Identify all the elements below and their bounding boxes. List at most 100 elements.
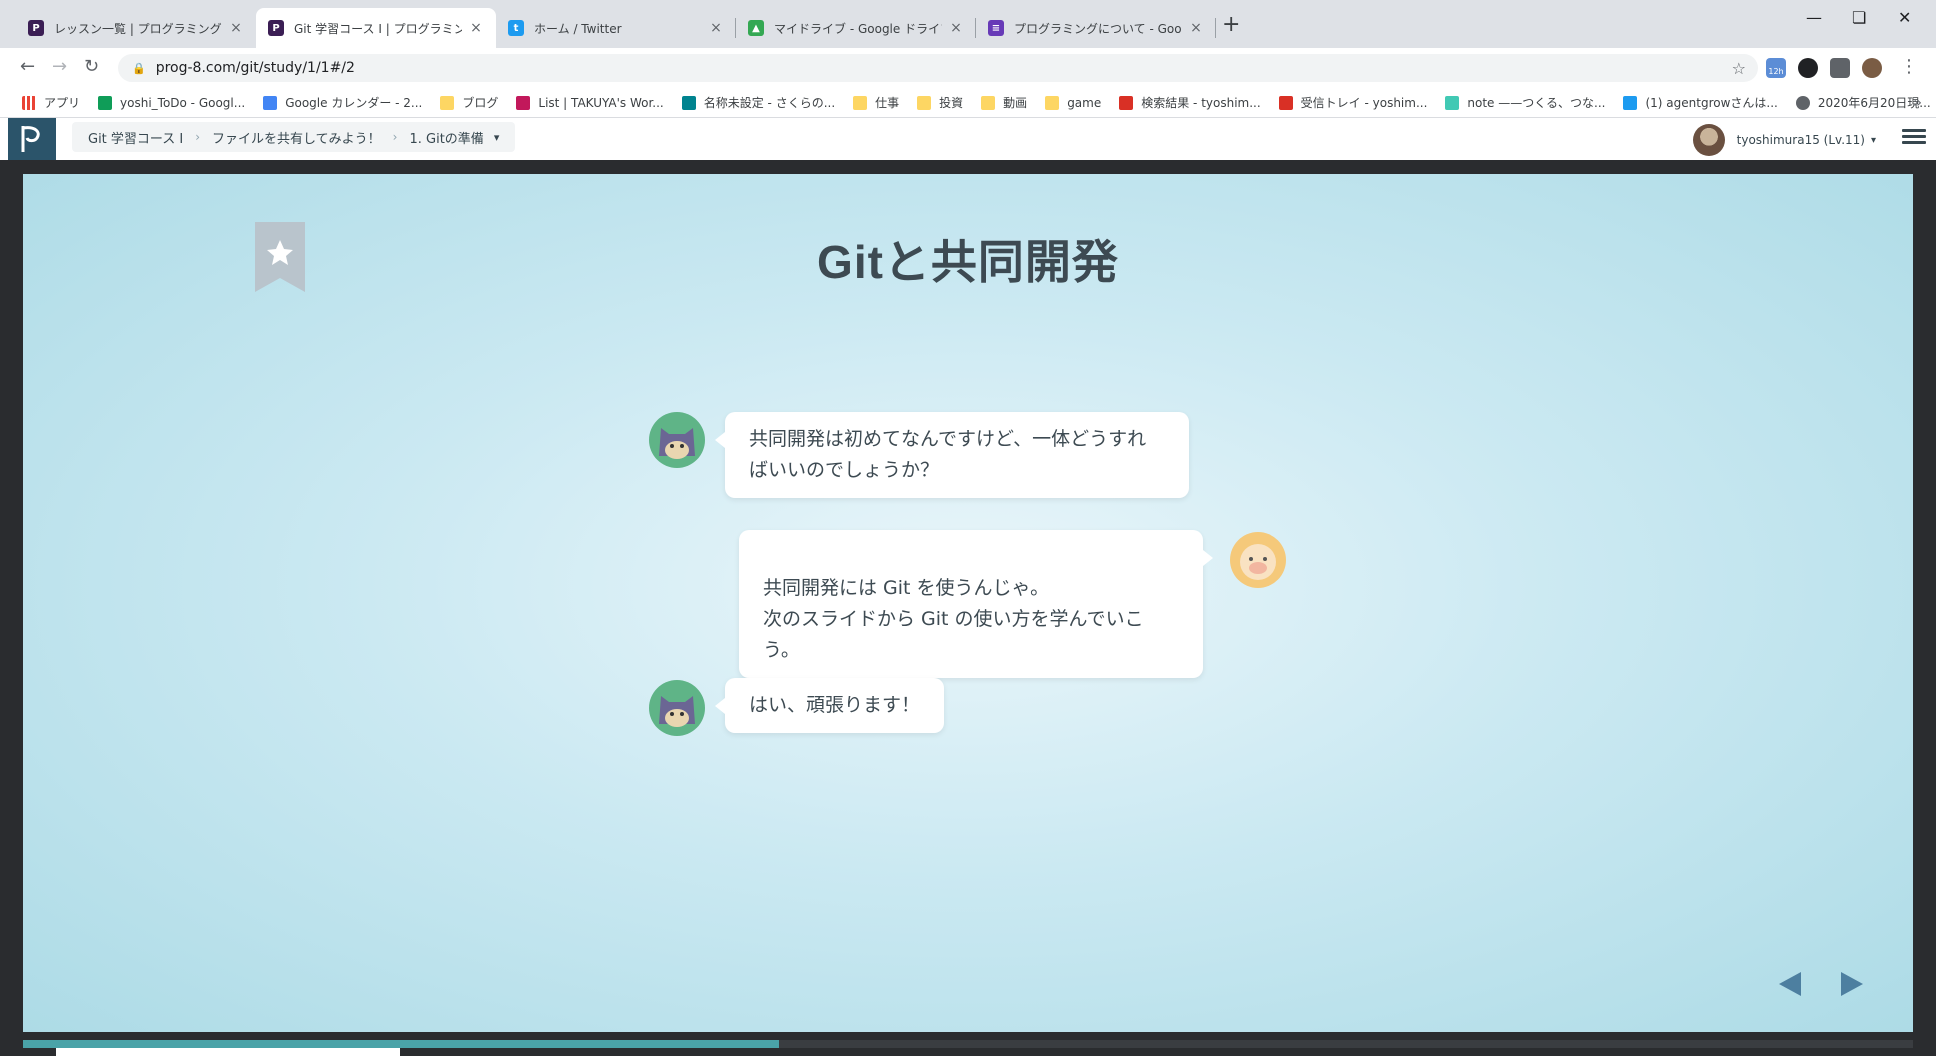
bookmark-folder[interactable]: ブログ	[440, 94, 498, 111]
google-drive-favicon-icon: ▲	[748, 20, 764, 36]
extension-chat-icon[interactable]	[1798, 58, 1818, 78]
folder-icon	[440, 95, 455, 110]
site-favicon-icon	[516, 95, 531, 110]
star-icon[interactable]: ☆	[1732, 59, 1746, 78]
folder-icon	[981, 95, 996, 110]
tab-title: Git 学習コース I | プログラミングの入門	[294, 21, 462, 36]
bookmark-folder[interactable]: 動画	[981, 94, 1027, 111]
extension-badge: 12h	[1768, 67, 1784, 76]
slide-progress-fill	[23, 1040, 779, 1048]
chat-bubble-student: 共同開発は初めてなんですけど、一体どうすればいいのでしょうか？	[715, 412, 1189, 498]
browser-tab-0[interactable]: P レッスン一覧 | プログラミングの入門な ×	[16, 8, 256, 48]
bookmark-item[interactable]: 2020年6月20日現...	[1795, 94, 1931, 111]
sheep-sensei-avatar	[1230, 532, 1286, 588]
close-tab-icon[interactable]: ×	[1188, 20, 1204, 36]
user-menu[interactable]: tyoshimura15 (Lv.11) ▾	[1692, 124, 1876, 156]
arrow-left-icon[interactable]: ←	[20, 56, 35, 77]
tab-title: ホーム / Twitter	[534, 21, 622, 36]
address-bar[interactable]: 🔒 prog-8.com/git/study/1/1#/2 ☆	[118, 54, 1758, 82]
breadcrumb-lesson[interactable]: ファイルを共有してみよう！	[212, 128, 381, 147]
bookmarks-bar: アプリ yoshi_ToDo - Googl... Google カレンダー -…	[0, 88, 1936, 118]
arrow-right-icon[interactable]: →	[52, 56, 67, 77]
browser-toolbar: ← → ↻ 🔒 prog-8.com/git/study/1/1#/2 ☆ 12…	[0, 48, 1936, 88]
breadcrumb-course[interactable]: Git 学習コース I	[88, 128, 183, 147]
bookmark-label: game	[1067, 95, 1102, 110]
bookmark-folder[interactable]: 投資	[917, 94, 963, 111]
bookmark-item[interactable]: yoshi_ToDo - Googl...	[98, 95, 245, 110]
next-slide-button[interactable]	[1841, 972, 1863, 996]
close-tab-icon[interactable]: ×	[228, 20, 244, 36]
reload-icon[interactable]: ↻	[84, 56, 99, 77]
profile-avatar[interactable]	[1862, 58, 1882, 78]
bookmark-folder[interactable]: game	[1045, 95, 1102, 110]
bookmark-label: note ——つくる、つな...	[1467, 96, 1606, 110]
chevron-down-icon: ▾	[1870, 134, 1876, 146]
message-text: 共同開発には Git を使うんじゃ。 次のスライドから Git の使い方を学んで…	[763, 577, 1144, 661]
slide-title: Gitと共同開発	[817, 236, 1119, 288]
app-header: Git 学習コース I › ファイルを共有してみよう！ › 1. Gitの準備 …	[0, 118, 1936, 160]
calendar-icon	[263, 95, 278, 110]
browser-tab-3[interactable]: ▲ マイドライブ - Google ドライブ ×	[736, 8, 976, 48]
gmail-icon	[1119, 95, 1134, 110]
site-favicon-icon	[681, 95, 696, 110]
breadcrumb: Git 学習コース I › ファイルを共有してみよう！ › 1. Gitの準備 …	[72, 122, 516, 152]
close-tab-icon[interactable]: ×	[708, 20, 724, 36]
bookmark-label: アプリ	[44, 96, 81, 110]
close-window-icon[interactable]: ✕	[1898, 8, 1911, 27]
sheets-icon	[98, 95, 113, 110]
bookmark-item[interactable]: List | TAKUYA's Wor...	[516, 95, 664, 110]
progate-logo-icon	[21, 126, 40, 152]
ninja-cat-avatar	[649, 412, 705, 468]
restore-icon[interactable]: ❏	[1852, 8, 1866, 27]
previous-slide-button[interactable]	[1779, 972, 1801, 996]
minimize-icon[interactable]: —	[1806, 8, 1822, 27]
message-text: はい、頑張ります！	[749, 694, 921, 716]
bookmark-item[interactable]: 名称未設定 - さくらの...	[681, 94, 836, 111]
browser-tab-strip: P レッスン一覧 | プログラミングの入門な × P Git 学習コース I |…	[0, 0, 1936, 48]
browser-tab-4[interactable]: ≡ プログラミングについて - Google フォー ×	[976, 8, 1216, 48]
extension-calendar-icon[interactable]: 12h	[1766, 58, 1786, 78]
bookmark-item[interactable]: (1) agentgrowさんは...	[1623, 94, 1778, 111]
bottom-strip	[56, 1048, 400, 1056]
hamburger-menu-icon[interactable]	[1902, 126, 1926, 150]
avatar	[1692, 124, 1725, 156]
tab-title: レッスン一覧 | プログラミングの入門な	[54, 21, 222, 36]
new-tab-button[interactable]: +	[1222, 12, 1240, 37]
progate-logo[interactable]	[8, 118, 56, 160]
chevron-down-icon[interactable]: ▾	[494, 131, 500, 144]
globe-icon	[1795, 95, 1810, 110]
bookmark-item[interactable]: 検索結果 - tyoshim...	[1119, 94, 1261, 111]
bookmark-label: List | TAKUYA's Wor...	[538, 95, 664, 110]
message-text: 共同開発は初めてなんですけど、一体どうすればいいのでしょうか？	[749, 428, 1147, 481]
note-icon	[1445, 95, 1460, 110]
bookmark-apps[interactable]: アプリ	[22, 94, 80, 111]
kebab-menu-icon[interactable]: ⋮	[1900, 56, 1918, 77]
google-forms-favicon-icon: ≡	[988, 20, 1004, 36]
bookmark-item[interactable]: note ——つくる、つな...	[1445, 94, 1605, 111]
bookmark-label: 動画	[1003, 96, 1028, 110]
url-text: prog-8.com/git/study/1/1#/2	[155, 60, 355, 76]
browser-tab-1[interactable]: P Git 学習コース I | プログラミングの入門 ×	[256, 8, 496, 48]
bookmark-label: 検索結果 - tyoshim...	[1141, 96, 1261, 110]
close-tab-icon[interactable]: ×	[468, 20, 484, 36]
bookmark-folder[interactable]: 仕事	[853, 94, 899, 111]
progate-favicon-icon: P	[28, 20, 44, 36]
browser-tab-2[interactable]: t ホーム / Twitter ×	[496, 8, 736, 48]
user-label: tyoshimura15 (Lv.11)	[1736, 133, 1865, 147]
bookmarks-overflow-icon[interactable]: »	[1913, 95, 1922, 111]
bookmark-item[interactable]: 受信トレイ - yoshim...	[1278, 94, 1427, 111]
lock-icon: 🔒	[132, 61, 146, 75]
slide: Gitと共同開発 共同開発は初めてなんですけど、一体どうすればいいのでしょうか？…	[23, 174, 1913, 1032]
close-tab-icon[interactable]: ×	[948, 20, 964, 36]
puzzle-icon[interactable]	[1830, 58, 1850, 78]
slide-progress-bar	[23, 1040, 1913, 1048]
bookmark-item[interactable]: Google カレンダー - 2...	[263, 94, 422, 111]
chevron-right-icon: ›	[195, 130, 201, 144]
twitter-icon	[1623, 95, 1638, 110]
folder-icon	[853, 95, 868, 110]
bookmark-label: (1) agentgrowさんは...	[1645, 96, 1778, 110]
bookmark-label: 仕事	[875, 96, 900, 110]
progate-favicon-icon: P	[268, 20, 284, 36]
bookmark-label: 名称未設定 - さくらの...	[703, 96, 836, 110]
breadcrumb-section[interactable]: 1. Gitの準備	[409, 128, 483, 147]
